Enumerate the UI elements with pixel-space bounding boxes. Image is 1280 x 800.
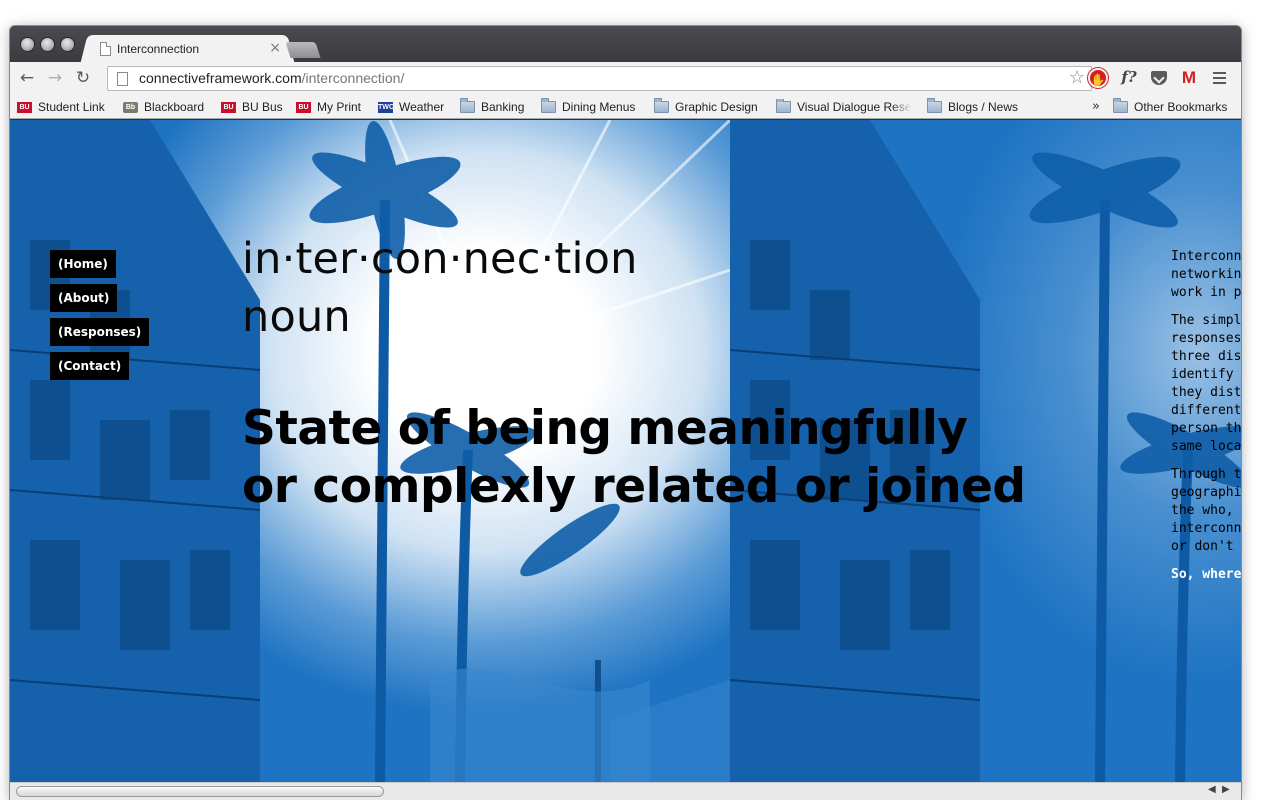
bu-icon: BU — [296, 101, 311, 113]
intro-text-column: Interconn networkin work in p The simpl … — [1171, 248, 1241, 594]
other-bookmarks-folder[interactable]: Other Bookmarks — [1113, 98, 1228, 115]
folder-icon — [927, 98, 942, 113]
nav-home-button[interactable]: (Home) — [50, 250, 116, 278]
close-window-icon[interactable] — [21, 38, 34, 51]
bookmark-student-link[interactable]: BU Student Link — [17, 99, 105, 115]
blackboard-icon: Bb — [123, 101, 138, 113]
pocket-icon[interactable] — [1148, 68, 1170, 88]
more-bookmarks-chevron-icon[interactable]: » — [1092, 99, 1100, 114]
page-icon — [100, 42, 111, 56]
bookmark-my-print[interactable]: BU My Print — [296, 99, 361, 115]
tab-interconnection[interactable]: Interconnection × — [90, 35, 285, 63]
adblock-icon[interactable]: ✋ — [1088, 68, 1108, 88]
bookmark-blackboard[interactable]: Bb Blackboard — [123, 99, 204, 115]
bookmark-label: Blogs / News — [948, 100, 1019, 114]
bookmark-folder-blogs-news[interactable]: Blogs / News — [927, 98, 1019, 115]
scroll-left-arrow-icon[interactable]: ◀ — [1208, 784, 1216, 795]
minimize-window-icon[interactable] — [41, 38, 54, 51]
address-bar[interactable]: connectiveframework.com/interconnection/… — [107, 66, 1092, 91]
forward-icon[interactable]: → — [45, 68, 65, 88]
new-tab-button[interactable] — [285, 42, 321, 58]
browser-window: Interconnection × ← → ↻ connectiveframew… — [10, 26, 1241, 800]
word-pronunciation: in·ter·con·nec·tion noun — [242, 230, 638, 346]
browser-toolbar: ← → ↻ connectiveframework.com/interconne… — [10, 62, 1241, 95]
folder-icon — [1113, 98, 1128, 113]
horizontal-scrollbar[interactable]: ◀ ▶ — [10, 782, 1241, 800]
bookmark-label: Other Bookmarks — [1134, 100, 1228, 114]
bookmark-label: Student Link — [38, 100, 105, 114]
bookmark-folder-visual-dialogue[interactable]: Visual Dialogue Rese — [776, 99, 912, 115]
nav-contact-button[interactable]: (Contact) — [50, 352, 130, 380]
definition-line-1: State of being meaningfully — [242, 401, 968, 456]
bookmark-label: BU Bus — [242, 100, 283, 114]
site-navigation: (Home) (About) (Responses) (Contact) — [50, 250, 150, 386]
bookmark-label: My Print — [317, 100, 362, 114]
intro-paragraph-3: Through t geographi the who, interconn o… — [1171, 467, 1241, 554]
scrollbar-thumb[interactable] — [16, 786, 384, 797]
bookmark-label: Graphic Design — [675, 100, 758, 114]
bu-icon: BU — [221, 101, 236, 113]
nav-responses-button[interactable]: (Responses) — [50, 318, 150, 346]
bookmark-folder-banking[interactable]: Banking — [460, 98, 525, 115]
url-host: connectiveframework.com — [139, 70, 302, 86]
page-content: (Home) (About) (Responses) (Contact) in·… — [10, 120, 1241, 782]
weather-channel-icon: TWC — [378, 101, 394, 113]
gmail-icon[interactable]: M — [1178, 68, 1200, 88]
bookmark-star-icon[interactable]: ☆ — [1069, 67, 1085, 88]
bookmark-label: Visual Dialogue Rese — [797, 100, 912, 114]
zoom-window-icon[interactable] — [61, 38, 74, 51]
bookmark-folder-dining-menus[interactable]: Dining Menus — [541, 98, 636, 115]
url-path: /interconnection/ — [301, 70, 405, 86]
intro-paragraph-2: The simpl responses three dis identify t… — [1171, 313, 1241, 454]
reload-icon[interactable]: ↻ — [73, 68, 93, 88]
word-syllables: in·ter·con·nec·tion — [242, 234, 638, 284]
page-icon — [117, 72, 128, 86]
folder-icon — [776, 99, 791, 113]
intro-question: So, where — [1171, 567, 1241, 582]
word-class: noun — [242, 292, 351, 342]
url-text[interactable]: connectiveframework.com/interconnection/ — [139, 70, 404, 86]
folder-icon — [460, 98, 475, 113]
title-bar: Interconnection × — [10, 26, 1241, 63]
font-finder-icon[interactable]: f? — [1118, 68, 1140, 88]
bookmark-label: Banking — [481, 100, 525, 114]
definition: State of being meaningfully or complexly… — [242, 400, 1026, 516]
definition-line-2: or complexly related or joined — [242, 459, 1026, 514]
bookmark-label: Dining Menus — [562, 100, 636, 114]
bookmark-label: Weather — [399, 100, 445, 114]
bookmark-label: Blackboard — [144, 100, 205, 114]
tab-close-icon[interactable]: × — [269, 40, 281, 56]
intro-paragraph-1: Interconn networkin work in p — [1171, 249, 1241, 300]
scroll-right-arrow-icon[interactable]: ▶ — [1222, 784, 1230, 795]
folder-icon — [541, 98, 556, 113]
back-icon[interactable]: ← — [17, 68, 37, 88]
menu-icon[interactable] — [1213, 72, 1226, 84]
bookmarks-bar: BU Student Link Bb Blackboard BU BU Bus BU M… — [10, 95, 1241, 119]
folder-icon — [654, 98, 669, 113]
bookmark-weather[interactable]: TWC Weather — [378, 99, 444, 115]
bookmark-folder-graphic-design[interactable]: Graphic Design — [654, 98, 758, 115]
tab-title: Interconnection — [117, 42, 200, 56]
bookmark-bu-bus[interactable]: BU BU Bus — [221, 99, 283, 115]
nav-about-button[interactable]: (About) — [50, 284, 118, 312]
bu-icon: BU — [17, 101, 32, 113]
